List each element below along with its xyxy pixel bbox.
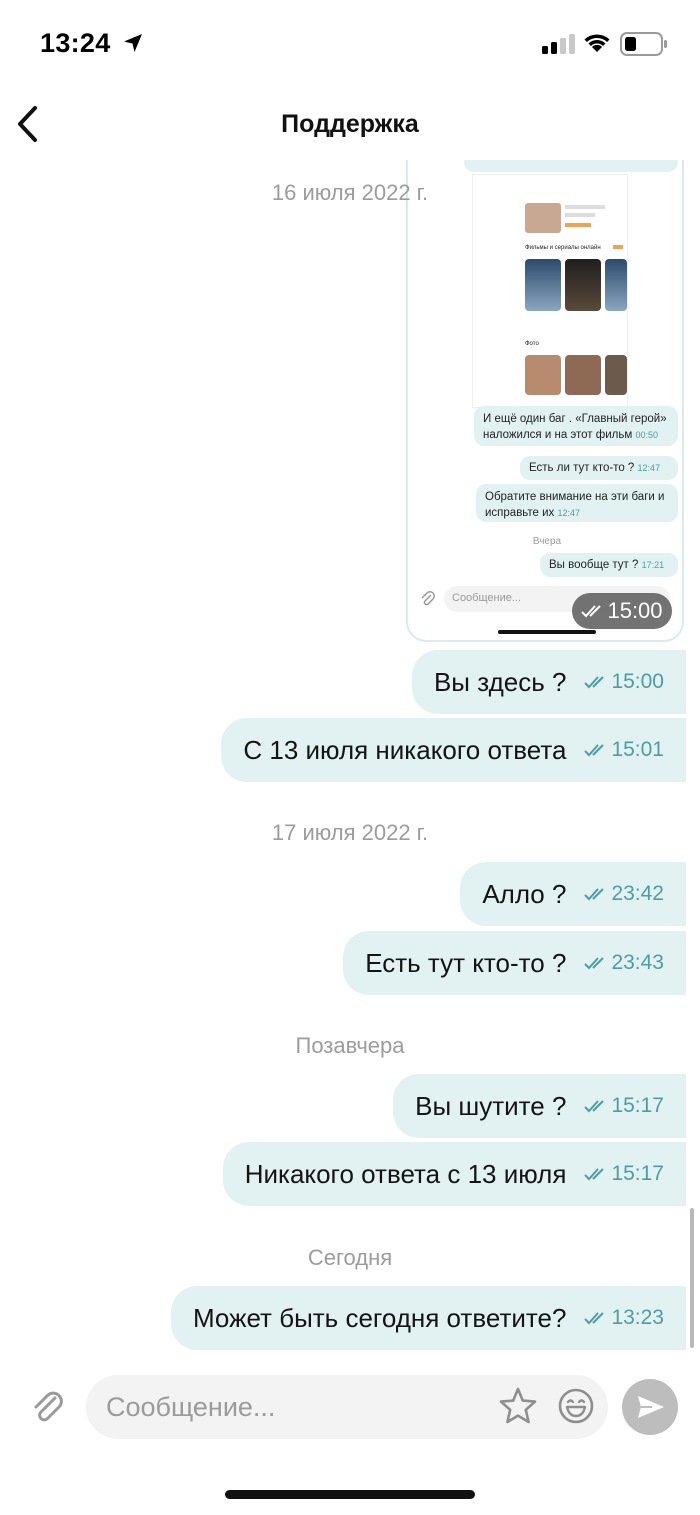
double-check-icon — [584, 1168, 605, 1181]
scrollbar[interactable] — [690, 1208, 694, 1348]
date-separator: Позавчера — [295, 1033, 405, 1058]
mini-separator: Вчера — [532, 536, 562, 547]
mini-section-films: Фильмы и сериалы онлайн — [525, 245, 601, 251]
date-separator: Сегодня — [307, 1245, 393, 1270]
smile-icon[interactable] — [556, 1386, 596, 1426]
double-check-icon — [584, 1312, 605, 1325]
signal-icon — [542, 34, 575, 54]
mini-paperclip-icon — [421, 591, 435, 606]
page-title: Поддержка — [281, 110, 419, 138]
status-time: 13:24 — [40, 28, 111, 58]
star-icon[interactable] — [498, 1386, 538, 1426]
double-check-icon — [584, 1100, 605, 1113]
mini-bubble-2: Есть ли тут кто-то ? 12:47 — [520, 456, 678, 480]
double-check-icon — [581, 605, 602, 618]
double-check-icon — [584, 676, 605, 689]
message-bubble[interactable]: Вы шутите ? 15:17 — [393, 1074, 686, 1138]
send-button[interactable] — [622, 1379, 678, 1435]
image-message[interactable]: Фильмы и сериалы онлайн Фото И ещё один … — [406, 160, 684, 642]
inner-screenshot: Фильмы и сериалы онлайн Фото — [472, 174, 628, 408]
wifi-icon — [584, 34, 610, 52]
message-bubble[interactable]: С 13 июля никакого ответа 15:01 — [221, 718, 686, 782]
date-separator: 16 июля 2022 г. — [271, 180, 429, 205]
message-bubble[interactable]: Есть тут кто-то ? 23:43 — [343, 931, 686, 995]
message-bubble[interactable]: Может быть сегодня ответите? 13:23 — [170, 1286, 686, 1350]
actor-photo — [525, 203, 561, 233]
paperclip-icon[interactable] — [30, 1387, 66, 1427]
mini-bubble-3: Обратите внимание на эти баги и исправьт… — [476, 484, 678, 522]
message-input-placeholder: Сообщение... — [106, 1392, 276, 1422]
message-bubble[interactable]: Алло ? 23:42 — [460, 862, 686, 926]
double-check-icon — [584, 957, 605, 970]
send-icon — [638, 1396, 664, 1418]
mini-bubble-1: И ещё один баг . «Главный герой» наложил… — [474, 406, 678, 446]
double-check-icon — [584, 888, 605, 901]
double-check-icon — [584, 744, 605, 757]
mini-bubble-4: Вы вообще тут ? 17:21 — [540, 553, 678, 577]
message-bubble[interactable]: Никакого ответа с 13 июля 15:17 — [222, 1142, 686, 1206]
image-timestamp: 15:00 — [572, 593, 672, 629]
location-arrow-icon — [124, 34, 142, 52]
battery-icon — [620, 32, 667, 56]
mini-section-photo: Фото — [525, 341, 539, 347]
home-indicator — [225, 1490, 475, 1499]
mini-bubble-partial — [464, 160, 678, 172]
message-bubble[interactable]: Вы здесь ? 15:00 — [411, 650, 686, 714]
date-separator: 17 июля 2022 г. — [271, 820, 429, 845]
